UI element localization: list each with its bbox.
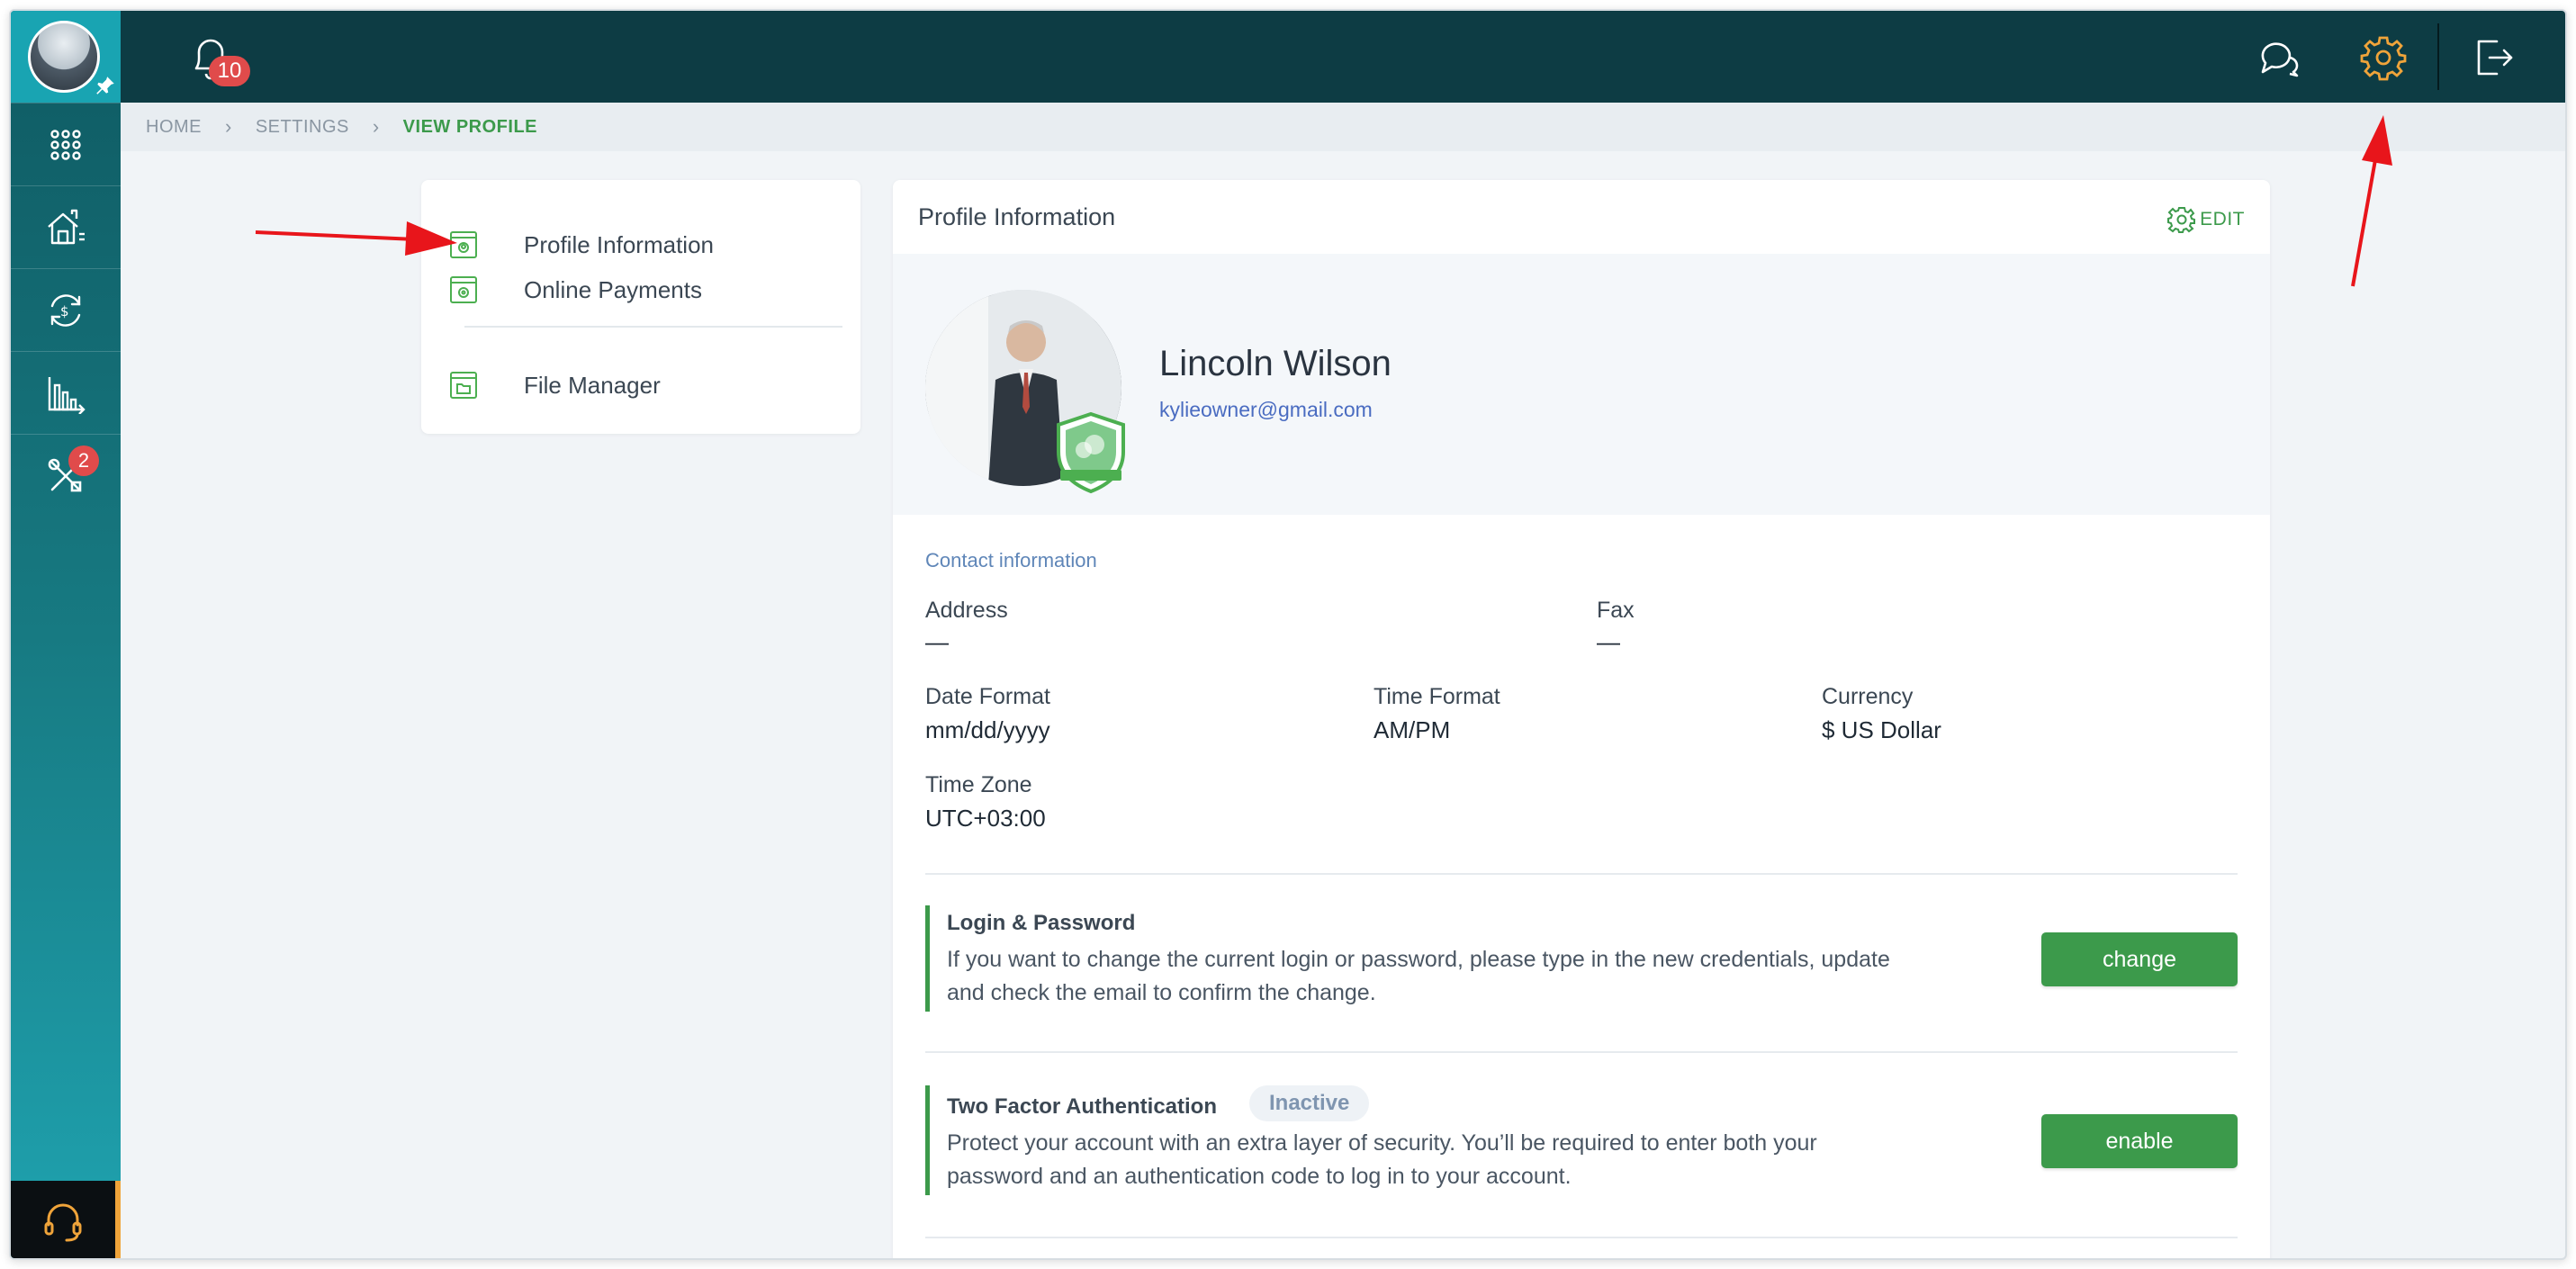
menu-item-profile-information[interactable]: Profile Information — [448, 227, 714, 263]
annotation-arrow-right-icon — [255, 221, 457, 256]
breadcrumb-home[interactable]: HOME — [146, 117, 202, 138]
headset-icon — [44, 1203, 82, 1242]
edit-label: EDIT — [2200, 209, 2245, 230]
chevron-right-icon: › — [225, 115, 232, 138]
section-divider — [925, 1051, 2238, 1053]
breadcrumb-settings[interactable]: SETTINGS — [256, 117, 349, 138]
two-factor-title: Two Factor Authentication — [947, 1094, 1217, 1119]
bar-chart-icon — [48, 376, 86, 414]
menu-item-online-payments[interactable]: Online Payments — [448, 272, 702, 308]
house-icon — [48, 209, 85, 244]
rail-properties[interactable] — [11, 185, 121, 268]
chevron-right-icon: › — [372, 115, 380, 138]
rail-tools[interactable]: 2 — [11, 434, 121, 517]
section-accent-bar — [925, 1085, 930, 1195]
rail-reports[interactable] — [11, 351, 121, 434]
change-button[interactable]: change — [2041, 932, 2238, 986]
time-format-value: AM/PM — [1374, 716, 1451, 743]
time-format-label: Time Format — [1374, 684, 1500, 709]
date-format-value: mm/dd/yyyy — [925, 716, 1050, 743]
menu-item-file-manager[interactable]: File Manager — [448, 367, 661, 403]
breadcrumb-current: VIEW PROFILE — [402, 116, 538, 137]
folder-page-icon — [450, 372, 477, 399]
logout-icon[interactable] — [2470, 34, 2517, 81]
verified-shield-icon — [1057, 411, 1125, 494]
currency-value: $ US Dollar — [1822, 716, 1941, 743]
profile-email[interactable]: kylieowner@gmail.com — [1159, 398, 1373, 422]
gear-icon — [2167, 207, 2196, 233]
two-factor-section: Two Factor Authentication Inactive Prote… — [925, 1085, 2238, 1195]
rail-apps[interactable] — [11, 103, 121, 185]
login-password-title: Login & Password — [947, 911, 1136, 935]
notification-badge: 10 — [209, 56, 250, 86]
currency-label: Currency — [1822, 684, 1914, 709]
address-label: Address — [925, 598, 1008, 623]
section-divider — [925, 873, 2238, 875]
avatar[interactable] — [28, 21, 100, 93]
settings-menu: Profile Information Online Payments File… — [421, 180, 860, 434]
rail-avatar[interactable] — [11, 11, 121, 103]
login-password-description: If you want to change the current login … — [947, 947, 1890, 1005]
settings-gear-icon[interactable] — [2360, 34, 2407, 81]
topbar-divider — [2437, 23, 2439, 90]
rail-payments[interactable]: $ — [11, 268, 121, 351]
fax-label: Fax — [1597, 598, 1635, 623]
breadcrumb: HOME › SETTINGS › VIEW PROFILE — [121, 103, 2565, 151]
profile-hero: Lincoln Wilson kylieowner@gmail.com — [893, 254, 2270, 515]
top-bar: 10 — [121, 11, 2565, 103]
address-value: — — [925, 628, 949, 655]
tools-badge: 2 — [68, 446, 99, 476]
time-zone-value: UTC+03:00 — [925, 805, 1046, 832]
time-zone-label: Time Zone — [925, 772, 1032, 797]
fax-value: — — [1597, 628, 1620, 655]
svg-text:$: $ — [60, 303, 69, 320]
money-cycle-icon: $ — [50, 293, 81, 327]
profile-card: Profile Information EDIT Lincoln Wilson … — [893, 180, 2270, 1258]
two-factor-description: Protect your account with an extra layer… — [947, 1130, 1817, 1189]
profile-card-title: Profile Information — [918, 202, 1116, 230]
profile-name: Lincoln Wilson — [1159, 344, 1392, 383]
section-divider — [925, 1237, 2238, 1238]
edit-button[interactable]: EDIT — [2167, 205, 2245, 234]
date-format-label: Date Format — [925, 684, 1050, 709]
login-password-section: Login & Password If you want to change t… — [925, 905, 2238, 1012]
enable-button[interactable]: enable — [2041, 1114, 2238, 1168]
app-window: $ 2 10 HOME › SETTINGS › VIEW PROFILE Pr… — [9, 9, 2567, 1260]
section-accent-bar — [925, 905, 930, 1012]
menu-item-label: Online Payments — [524, 275, 702, 303]
chat-icon[interactable] — [2256, 34, 2302, 81]
menu-divider — [464, 326, 842, 328]
menu-item-label: Profile Information — [524, 230, 714, 258]
payments-page-icon — [450, 276, 477, 303]
two-factor-status-badge: Inactive — [1249, 1085, 1370, 1121]
apps-grid-icon — [50, 129, 81, 160]
left-rail: $ 2 — [11, 11, 121, 1258]
menu-item-label: File Manager — [524, 371, 661, 399]
contact-info-heading: Contact information — [925, 549, 1097, 572]
pin-icon[interactable] — [94, 74, 117, 97]
rail-support[interactable] — [11, 1181, 121, 1258]
annotation-arrow-up-icon — [2351, 115, 2392, 287]
